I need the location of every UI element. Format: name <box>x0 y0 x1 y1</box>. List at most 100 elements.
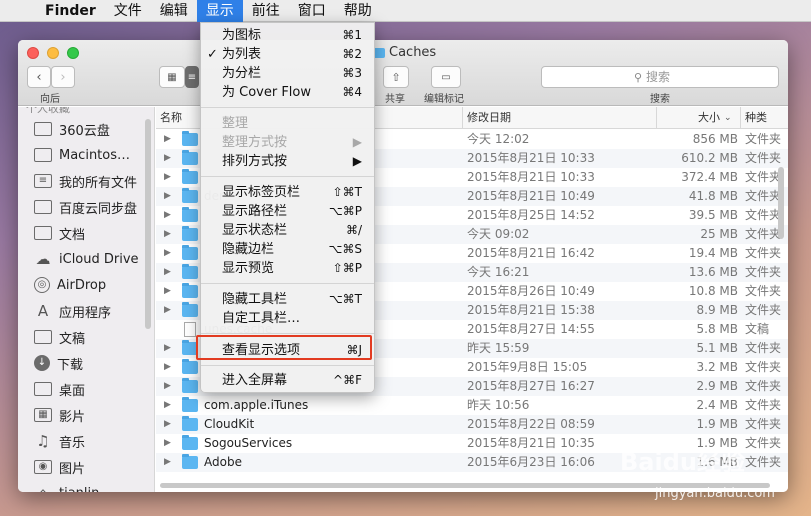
file-size: 372.4 MB <box>681 170 738 184</box>
menu-item-as-list[interactable]: ✓ 为列表 ⌘2 <box>201 45 374 64</box>
menu-bar: Finder 文件 编辑 显示 前往 窗口 帮助 <box>0 0 811 22</box>
file-date: 今天 12:02 <box>467 132 530 146</box>
edit-tags-button[interactable]: ▭ <box>431 66 461 88</box>
file-name: CloudKit <box>204 417 255 431</box>
sidebar-item-desktop[interactable]: 桌面 <box>18 378 154 400</box>
sidebar-item-music[interactable]: ♫ 音乐 <box>18 430 154 452</box>
disclosure-triangle-icon[interactable]: ▶ <box>164 130 171 149</box>
menu-item-as-cover-flow[interactable]: 为 Cover Flow ⌘4 <box>201 83 374 102</box>
file-size: 8.9 MB <box>696 303 738 317</box>
file-size: 5.1 MB <box>696 341 738 355</box>
disclosure-triangle-icon[interactable]: ▶ <box>164 453 171 472</box>
disclosure-triangle-icon[interactable]: ▶ <box>164 168 171 187</box>
movies-icon: ▦ <box>34 408 52 422</box>
sidebar-item-baidu-sync[interactable]: 百度云同步盘 <box>18 196 154 218</box>
list-view-button[interactable]: ≡ <box>185 66 199 88</box>
menu-item-show-path-bar[interactable]: 显示路径栏 ⌥⌘P <box>201 202 374 221</box>
sidebar-item-wendang[interactable]: 文档 <box>18 222 154 244</box>
menu-item-as-columns[interactable]: 为分栏 ⌘3 <box>201 64 374 83</box>
menu-item-arrange-by[interactable]: 排列方式按 ▶ <box>201 152 374 171</box>
sidebar-item-downloads[interactable]: ↓ 下载 <box>18 352 154 374</box>
menu-item-customize-toolbar[interactable]: 自定工具栏… <box>201 309 374 328</box>
menu-item-hide-sidebar[interactable]: 隐藏边栏 ⌥⌘S <box>201 240 374 259</box>
sidebar-item-icloud-drive[interactable]: ☁ iCloud Drive <box>18 248 154 270</box>
sidebar-item-pictures[interactable]: ◉ 图片 <box>18 456 154 478</box>
file-size: 2.9 MB <box>696 379 738 393</box>
sidebar-item-airdrop[interactable]: ◎ AirDrop <box>18 274 154 296</box>
disclosure-triangle-icon[interactable]: ▶ <box>164 358 171 377</box>
icon-view-button[interactable]: ▦ <box>159 66 185 88</box>
column-date[interactable]: 修改日期 <box>462 107 656 129</box>
menu-item-as-icons[interactable]: 为图标 ⌘1 <box>201 26 374 45</box>
zoom-window-button[interactable] <box>67 47 79 59</box>
menu-edit[interactable]: 编辑 <box>151 0 197 22</box>
share-button[interactable]: ⇧ <box>383 66 409 88</box>
menu-item-show-tab-bar[interactable]: 显示标签页栏 ⇧⌘T <box>201 183 374 202</box>
file-date: 2015年8月21日 10:33 <box>467 151 595 165</box>
disclosure-triangle-icon[interactable]: ▶ <box>164 434 171 453</box>
menu-help[interactable]: 帮助 <box>335 0 381 22</box>
column-kind[interactable]: 种类 <box>740 107 788 129</box>
sidebar-item-movies[interactable]: ▦ 影片 <box>18 404 154 426</box>
disclosure-triangle-icon[interactable]: ▶ <box>164 282 171 301</box>
sidebar-item-macintosh[interactable]: Macintos… <box>18 144 154 166</box>
folder-icon <box>182 264 198 279</box>
back-button[interactable]: ‹ <box>27 66 51 88</box>
sidebar-item-applications[interactable]: A 应用程序 <box>18 300 154 322</box>
documents-icon <box>34 330 52 344</box>
file-size: 2.4 MB <box>696 398 738 412</box>
chevron-right-icon: › <box>60 69 66 85</box>
disclosure-triangle-icon[interactable]: ▶ <box>164 187 171 206</box>
sidebar-item-all-my-files[interactable]: ≡ 我的所有文件 <box>18 170 154 192</box>
forward-button[interactable]: › <box>51 66 75 88</box>
folder-icon <box>182 435 198 450</box>
window-title-text: Caches <box>389 45 437 60</box>
table-row[interactable]: ▶ com.apple.iTunes 昨天 10:56 2.4 MB 文件夹 <box>156 396 788 415</box>
disclosure-triangle-icon[interactable]: ▶ <box>164 396 171 415</box>
menu-go[interactable]: 前往 <box>243 0 289 22</box>
watermark-url: jingyan.baidu.com <box>655 486 775 501</box>
disclosure-triangle-icon[interactable]: ▶ <box>164 244 171 263</box>
menu-separator <box>201 176 374 177</box>
sidebar-item-documents[interactable]: 文稿 <box>18 326 154 348</box>
menu-item-enter-full-screen[interactable]: 进入全屏幕 ^⌘F <box>201 371 374 390</box>
home-icon: ⌂ <box>34 485 52 492</box>
file-kind: 文件夹 <box>745 284 782 298</box>
sidebar-item-360yunpan[interactable]: 360云盘 <box>18 118 154 140</box>
menu-finder[interactable]: Finder <box>36 0 105 22</box>
sidebar-scrollbar[interactable] <box>145 119 151 329</box>
folder-icon <box>182 245 198 260</box>
menu-view[interactable]: 显示 <box>196 0 243 22</box>
search-field[interactable]: ⚲ <box>541 66 779 88</box>
menu-item-show-status-bar[interactable]: 显示状态栏 ⌘/ <box>201 221 374 240</box>
list-icon: ≡ <box>187 71 197 83</box>
table-row[interactable]: ▶ CloudKit 2015年8月22日 08:59 1.9 MB 文件夹 <box>156 415 788 434</box>
folder-icon <box>182 302 198 317</box>
disclosure-triangle-icon[interactable]: ▶ <box>164 301 171 320</box>
disclosure-triangle-icon[interactable]: ▶ <box>164 377 171 396</box>
disclosure-triangle-icon[interactable]: ▶ <box>164 225 171 244</box>
search-input[interactable] <box>646 70 687 84</box>
disclosure-triangle-icon[interactable]: ▶ <box>164 206 171 225</box>
file-kind: 文件夹 <box>745 417 782 431</box>
tag-icon: ▭ <box>441 71 451 83</box>
menu-window[interactable]: 窗口 <box>289 0 335 22</box>
sidebar-item-home[interactable]: ⌂tianlin <box>18 482 154 492</box>
disclosure-triangle-icon[interactable]: ▶ <box>164 263 171 282</box>
disclosure-triangle-icon[interactable]: ▶ <box>164 149 171 168</box>
menu-file[interactable]: 文件 <box>105 0 151 22</box>
minimize-window-button[interactable] <box>47 47 59 59</box>
file-date: 2015年8月21日 16:42 <box>467 246 595 260</box>
close-window-button[interactable] <box>27 47 39 59</box>
column-name[interactable]: 名称 <box>156 107 182 129</box>
annotation-highlight-box <box>196 335 372 360</box>
disclosure-triangle-icon[interactable]: ▶ <box>164 339 171 358</box>
menu-item-clean-up-by: 整理方式按 ▶ <box>222 135 362 150</box>
list-vertical-scrollbar[interactable] <box>778 167 784 239</box>
file-kind: 文件夹 <box>745 455 782 469</box>
share-icon: ⇧ <box>391 70 401 84</box>
menu-item-show-preview[interactable]: 显示预览 ⇧⌘P <box>201 259 374 278</box>
menu-item-hide-toolbar[interactable]: 隐藏工具栏 ⌥⌘T <box>201 290 374 309</box>
chevron-left-icon: ‹ <box>36 69 42 85</box>
disclosure-triangle-icon[interactable]: ▶ <box>164 415 171 434</box>
